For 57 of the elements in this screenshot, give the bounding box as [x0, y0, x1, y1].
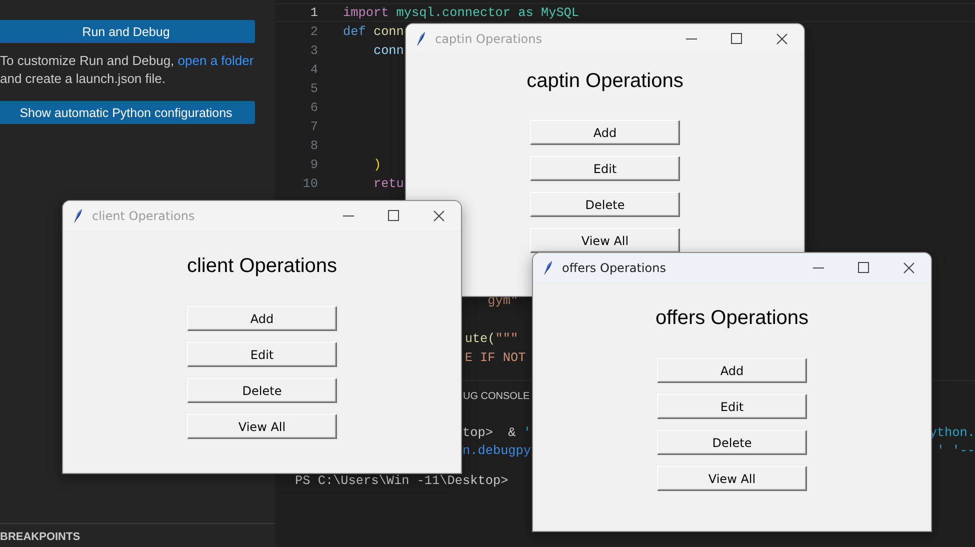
action-button[interactable]: Add	[657, 358, 807, 383]
maximize-icon	[388, 210, 399, 221]
terminal-line: PS C:\Users\Win -11\Desktop>	[295, 473, 508, 488]
line-number: 1	[309, 4, 318, 22]
action-button[interactable]: View All	[187, 414, 337, 439]
action-button[interactable]: Edit	[657, 394, 807, 419]
open-folder-link[interactable]: open a folder	[178, 53, 254, 68]
maximize-icon	[858, 262, 869, 273]
action-button[interactable]: Edit	[187, 342, 337, 367]
feather-icon	[416, 32, 426, 46]
maximize-icon	[731, 33, 742, 44]
close-icon	[902, 262, 914, 274]
window-title: offers Operations	[562, 260, 667, 274]
line-number: 4	[309, 61, 318, 79]
panel-tab[interactable]: UG CONSOLE	[463, 391, 530, 402]
line-number: 2	[309, 23, 318, 41]
action-button[interactable]: Delete	[187, 378, 337, 403]
line-number: 10	[302, 175, 318, 193]
terminal-line: top> & '	[462, 425, 532, 440]
window-title: client Operations	[92, 208, 196, 222]
code-line: def conn	[343, 24, 404, 39]
action-button[interactable]: Delete	[657, 430, 807, 455]
feather-icon	[543, 260, 553, 274]
close-icon	[432, 210, 444, 222]
minimize-icon	[343, 214, 354, 216]
action-button[interactable]: View All	[657, 466, 807, 491]
minimize-icon	[813, 266, 824, 268]
section-header: BREAKPOINTS	[0, 523, 275, 547]
close-icon	[776, 32, 788, 44]
line-number: 9	[309, 156, 318, 174]
code-line: conn	[373, 43, 404, 58]
terminal-line: n.debugpy	[462, 443, 532, 458]
window-heading: offers Operations	[655, 306, 809, 330]
window-heading: client Operations	[186, 254, 338, 278]
code-line: ute("""	[464, 331, 518, 346]
line-number: 5	[309, 80, 318, 98]
action-button[interactable]: Delete	[530, 192, 680, 217]
code-line: E IF NOT	[464, 350, 526, 365]
feather-icon	[73, 208, 83, 222]
run-and-debug-button[interactable]: Run and Debug	[0, 20, 255, 43]
code-line: import mysql.connector as MySQL	[343, 5, 580, 20]
line-number: 3	[309, 42, 318, 60]
hint-text: To customize Run and Debug, open a folder and create a launch.json file.	[0, 52, 255, 88]
line-number: 8	[309, 137, 318, 155]
show-configurations-button[interactable]: Show automatic Python configurations	[0, 101, 255, 124]
action-button[interactable]: View All	[530, 228, 680, 253]
line-number: 6	[309, 99, 318, 117]
terminal-line: ' '--	[936, 443, 975, 458]
code-line: retu	[373, 176, 404, 191]
window-title: captin Operations	[435, 32, 543, 46]
action-button[interactable]: Edit	[530, 156, 680, 181]
minimize-icon	[686, 38, 697, 40]
action-button[interactable]: Add	[187, 306, 337, 331]
line-number: 7	[309, 118, 318, 136]
action-button[interactable]: Add	[530, 120, 680, 145]
window-heading: captin Operations	[526, 69, 684, 93]
code-line: )	[373, 157, 382, 172]
